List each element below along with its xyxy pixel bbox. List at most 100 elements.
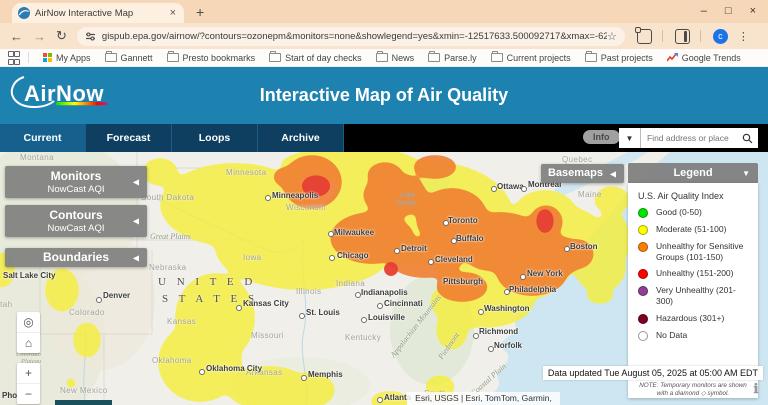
city-marker-dot [377, 303, 383, 309]
collapse-left-icon[interactable]: ◀ [610, 169, 616, 178]
city-marker-dot [377, 397, 383, 403]
city-marker-dot [394, 248, 400, 254]
city-marker-dot [355, 292, 361, 298]
search-icon[interactable] [742, 133, 753, 144]
city-marker-dot [473, 333, 479, 339]
zoom-in-button[interactable]: + [17, 363, 40, 384]
home-button[interactable]: ⌂ [17, 333, 40, 353]
legend-item: No Data [638, 330, 752, 341]
bookmark-item[interactable]: Current projects [491, 53, 571, 63]
bookmark-item[interactable]: Presto bookmarks [167, 53, 256, 63]
legend-item-label: Unhealthy for Sensitive Groups (101-150) [656, 241, 752, 262]
bookmark-item[interactable]: My Apps [43, 53, 91, 63]
profile-avatar[interactable]: c [713, 29, 728, 44]
collapse-left-icon[interactable]: ◀ [133, 253, 139, 262]
search-dropdown-button[interactable]: ▼ [619, 128, 641, 148]
bookmark-label: Past projects [601, 53, 653, 63]
locate-button[interactable]: ◎ [17, 312, 40, 333]
info-button[interactable]: Info [583, 130, 620, 144]
collapse-left-icon[interactable]: ◀ [133, 217, 139, 226]
data-updated-text: Data updated Tue August 05, 2025 at 05:0… [543, 366, 763, 380]
bookmark-item[interactable]: Google Trends [667, 53, 741, 63]
trends-icon [667, 53, 678, 62]
ms-squares-icon [43, 53, 52, 62]
contours-panel[interactable]: Contours NowCast AQI ◀ [5, 205, 147, 237]
aqi-color-dot-icon [638, 286, 648, 296]
back-button-icon[interactable]: ← [10, 29, 23, 44]
search-input[interactable] [641, 133, 742, 143]
monitors-panel[interactable]: Monitors NowCast AQI ◀ [5, 166, 147, 198]
legend-header[interactable]: Legend ▼ [628, 163, 758, 183]
bookmark-star-icon[interactable]: ☆ [607, 30, 617, 43]
nav-tab-forecast[interactable]: Forecast [86, 124, 172, 152]
map-label: Kansas [167, 317, 196, 326]
map-label: Louisville [368, 313, 405, 322]
bookmark-item[interactable]: Start of day checks [269, 53, 362, 63]
window-minimize-button[interactable]: – [701, 5, 707, 17]
legend-item: Very Unhealthy (201-300) [638, 285, 752, 306]
site-info-icon[interactable] [85, 31, 96, 42]
map-label: St. Louis [306, 308, 340, 317]
city-marker-dot [361, 317, 367, 323]
bookmark-item[interactable]: News [376, 53, 415, 63]
map-label: Quebec [562, 155, 592, 164]
map-label: Richmond [479, 327, 518, 336]
nav-tab-archive[interactable]: Archive [258, 124, 344, 152]
map-label: Colorado [69, 308, 105, 317]
city-marker-dot [428, 259, 434, 265]
window-close-button[interactable]: × [750, 5, 756, 17]
apps-grid-icon[interactable] [8, 51, 18, 65]
map-label: Arkansas [246, 368, 283, 377]
zoom-out-button[interactable]: − [17, 384, 40, 404]
map-label: Kansas City [243, 299, 289, 308]
aqi-color-dot-icon [638, 314, 648, 324]
forward-button-icon[interactable]: → [33, 29, 46, 44]
legend-item: Good (0-50) [638, 207, 752, 218]
bookmark-label: Presto bookmarks [183, 53, 256, 63]
city-marker-dot [451, 238, 457, 244]
esri-info-icon[interactable]: ℹ [750, 381, 762, 395]
map-label: Indianapolis [361, 288, 408, 297]
map-tools-group: ◎ ⌂ [17, 312, 40, 353]
map-canvas[interactable]: MontanaSouth DakotaNebraskaKansasOklahom… [0, 152, 768, 405]
browser-window: AirNow Interactive Map × + – □ × ← → ↻ g… [0, 0, 768, 405]
new-tab-button[interactable]: + [196, 4, 204, 20]
map-label: Cleveland [435, 255, 473, 264]
bookmark-item[interactable]: Past projects [585, 53, 653, 63]
side-panel-icon[interactable] [675, 29, 690, 44]
nav-tab-current[interactable]: Current [0, 124, 86, 152]
bookmark-item[interactable]: Parse.ly [428, 53, 477, 63]
aqi-color-dot-icon [638, 269, 648, 279]
collapse-left-icon[interactable]: ◀ [133, 178, 139, 187]
legend-item-label: Very Unhealthy (201-300) [656, 285, 752, 306]
map-label: Illinois [296, 287, 321, 296]
bookmark-label: My Apps [56, 53, 91, 63]
basemaps-panel[interactable]: Basemaps ◀ [541, 164, 624, 183]
url-text[interactable]: gispub.epa.gov/airnow/?contours=ozonepm&… [102, 31, 607, 42]
bookmark-item[interactable]: Gannett [105, 53, 153, 63]
boundaries-panel[interactable]: Boundaries ◀ [5, 248, 147, 267]
city-marker-dot [564, 246, 570, 252]
nav-tab-loops[interactable]: Loops [172, 124, 258, 152]
extensions-icon[interactable] [637, 29, 652, 44]
legend-item: Unhealthy for Sensitive Groups (101-150) [638, 241, 752, 262]
aqi-color-dot-icon [638, 225, 648, 235]
map-label: Buffalo [456, 234, 484, 243]
tab-title: AirNow Interactive Map [35, 8, 168, 19]
browser-tab[interactable]: AirNow Interactive Map × [12, 3, 184, 23]
menu-icon[interactable]: ⋮ [738, 30, 749, 43]
map-label: Memphis [308, 370, 343, 379]
address-bar[interactable]: gispub.epa.gov/airnow/?contours=ozonepm&… [77, 27, 625, 46]
window-maximize-button[interactable]: □ [725, 5, 732, 17]
collapse-down-icon[interactable]: ▼ [742, 169, 750, 178]
bookmark-label: Current projects [507, 53, 571, 63]
legend-title: Legend [673, 167, 712, 179]
reload-button-icon[interactable]: ↻ [56, 28, 67, 44]
map-label: Pittsburgh [443, 277, 483, 286]
tab-close-icon[interactable]: × [168, 7, 178, 19]
site-header: AirNow Interactive Map of Air Quality [0, 67, 768, 124]
legend-item: Unhealthy (151-200) [638, 268, 752, 279]
bookmark-label: Start of day checks [285, 53, 362, 63]
map-label: Cincinnati [384, 299, 423, 308]
folder-icon [428, 53, 440, 62]
